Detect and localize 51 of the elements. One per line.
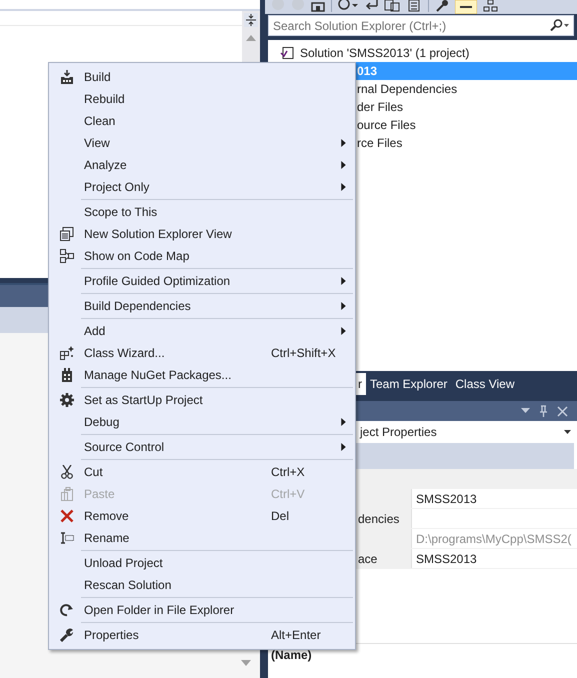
search-field[interactable]: Search Solution Explorer (Ctrl+;): [268, 15, 574, 36]
menu-item[interactable]: Properties Alt+Enter: [49, 624, 355, 646]
menu-item[interactable]: Analyze: [49, 154, 355, 176]
diagram-icon: [60, 249, 74, 263]
wrench-icon[interactable]: [435, 0, 449, 12]
pin-icon[interactable]: [539, 405, 548, 417]
tool-tab[interactable]: Team Explorer: [366, 373, 452, 395]
menu-item[interactable]: Set as StartUp Project: [49, 389, 355, 411]
wrench-icon: [60, 628, 74, 642]
close-icon: [60, 509, 74, 523]
tool-tab[interactable]: Class View: [451, 373, 519, 395]
pages-icon[interactable]: [406, 0, 422, 12]
menu-item[interactable]: Profile Guided Optimization: [49, 270, 355, 292]
menu-item[interactable]: New Solution Explorer View: [49, 223, 355, 245]
tree-icon[interactable]: [483, 0, 499, 12]
menu-item[interactable]: Project Only: [49, 176, 355, 198]
settings-icon: [60, 393, 74, 407]
solution-icon: [280, 46, 294, 60]
rename-icon: [60, 531, 74, 545]
window-icon: [60, 227, 74, 241]
copy-icon[interactable]: [384, 0, 400, 12]
menu-item[interactable]: View: [49, 132, 355, 154]
build-icon: [60, 70, 74, 84]
scissors-icon: [60, 465, 74, 479]
menu-item[interactable]: Rename: [49, 527, 355, 549]
search-icon[interactable]: [550, 19, 570, 31]
caret-icon: [564, 430, 571, 434]
close-icon[interactable]: [557, 406, 568, 416]
preview-toggle-icon[interactable]: [455, 0, 477, 14]
curved-arrow-icon: [60, 603, 74, 617]
menu-item[interactable]: Rescan Solution: [49, 574, 355, 596]
menu-item[interactable]: Cut Ctrl+X: [49, 461, 355, 483]
menu-item[interactable]: Scope to This: [49, 201, 355, 223]
menu-item[interactable]: Build Dependencies: [49, 295, 355, 317]
sparkle-grid-icon: [60, 346, 74, 360]
menu-item[interactable]: Show on Code Map: [49, 245, 355, 267]
menu-item[interactable]: Class Wizard... Ctrl+Shift+X: [49, 342, 355, 364]
dropdown-icon[interactable]: [521, 408, 530, 414]
package-icon: [60, 368, 74, 382]
clipboard-icon: [60, 487, 74, 501]
menu-item[interactable]: Open Folder in File Explorer: [49, 599, 355, 621]
menu-item[interactable]: Rebuild: [49, 88, 355, 110]
left-arrow-icon[interactable]: [364, 0, 378, 12]
description-title: (Name): [271, 648, 312, 662]
tree-item[interactable]: Solution 'SMSS2013' (1 project): [268, 44, 577, 62]
splitter-icon[interactable]: [244, 13, 258, 27]
menu-item[interactable]: Clean: [49, 110, 355, 132]
menu-item[interactable]: Add: [49, 320, 355, 342]
history-icon[interactable]: [338, 0, 358, 12]
home-icon[interactable]: [311, 0, 325, 12]
menu-item[interactable]: Manage NuGet Packages...: [49, 364, 355, 386]
